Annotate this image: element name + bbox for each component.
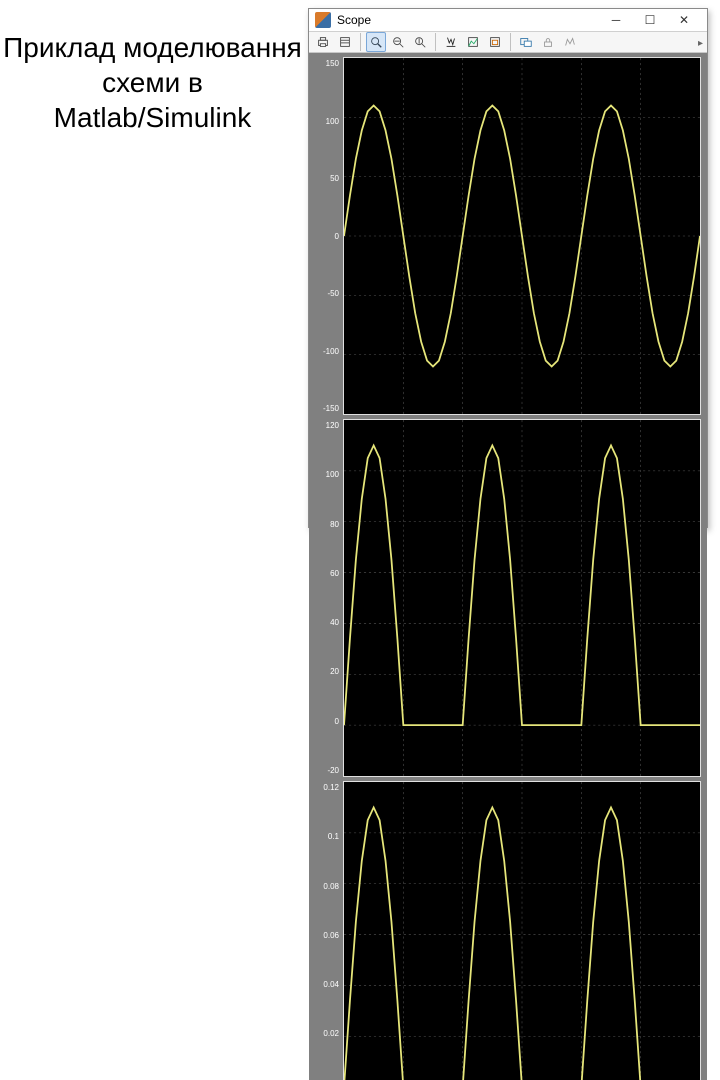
matlab-icon [315, 12, 331, 28]
yticks-2: 120100806040200-20 [315, 419, 343, 777]
maximize-button[interactable]: ☐ [633, 9, 667, 31]
toolbar: ▸ [309, 32, 707, 53]
print-button[interactable] [313, 32, 333, 52]
lock-button[interactable] [538, 32, 558, 52]
yticks-1: 150100500-50-100-150 [315, 57, 343, 415]
plot-3[interactable] [343, 781, 701, 1080]
plot-1[interactable] [343, 57, 701, 415]
minimize-button[interactable]: ─ [599, 9, 633, 31]
window-title: Scope [337, 13, 371, 27]
save-axes-button[interactable] [463, 32, 483, 52]
autoscale-button[interactable] [441, 32, 461, 52]
page-caption: Приклад моделювання схеми в Matlab/Simul… [0, 30, 305, 135]
zoom-y-button[interactable] [410, 32, 430, 52]
plot-2[interactable] [343, 419, 701, 777]
scope-window: Scope ─ ☐ ✕ ▸ 150100500-50-100-150 12010… [308, 8, 708, 528]
overflow-icon[interactable]: ▸ [698, 38, 703, 49]
close-button[interactable]: ✕ [667, 9, 701, 31]
parameters-button[interactable] [335, 32, 355, 52]
floating-scope-button[interactable] [516, 32, 536, 52]
titlebar[interactable]: Scope ─ ☐ ✕ [309, 9, 707, 32]
zoom-x-button[interactable] [388, 32, 408, 52]
yticks-3: 0.120.10.080.060.040.020-0.02 [315, 781, 343, 1080]
plot-area: 150100500-50-100-150 120100806040200-20 … [309, 53, 707, 1080]
signal-selection-button[interactable] [560, 32, 580, 52]
restore-axes-button[interactable] [485, 32, 505, 52]
zoom-button[interactable] [366, 32, 386, 52]
